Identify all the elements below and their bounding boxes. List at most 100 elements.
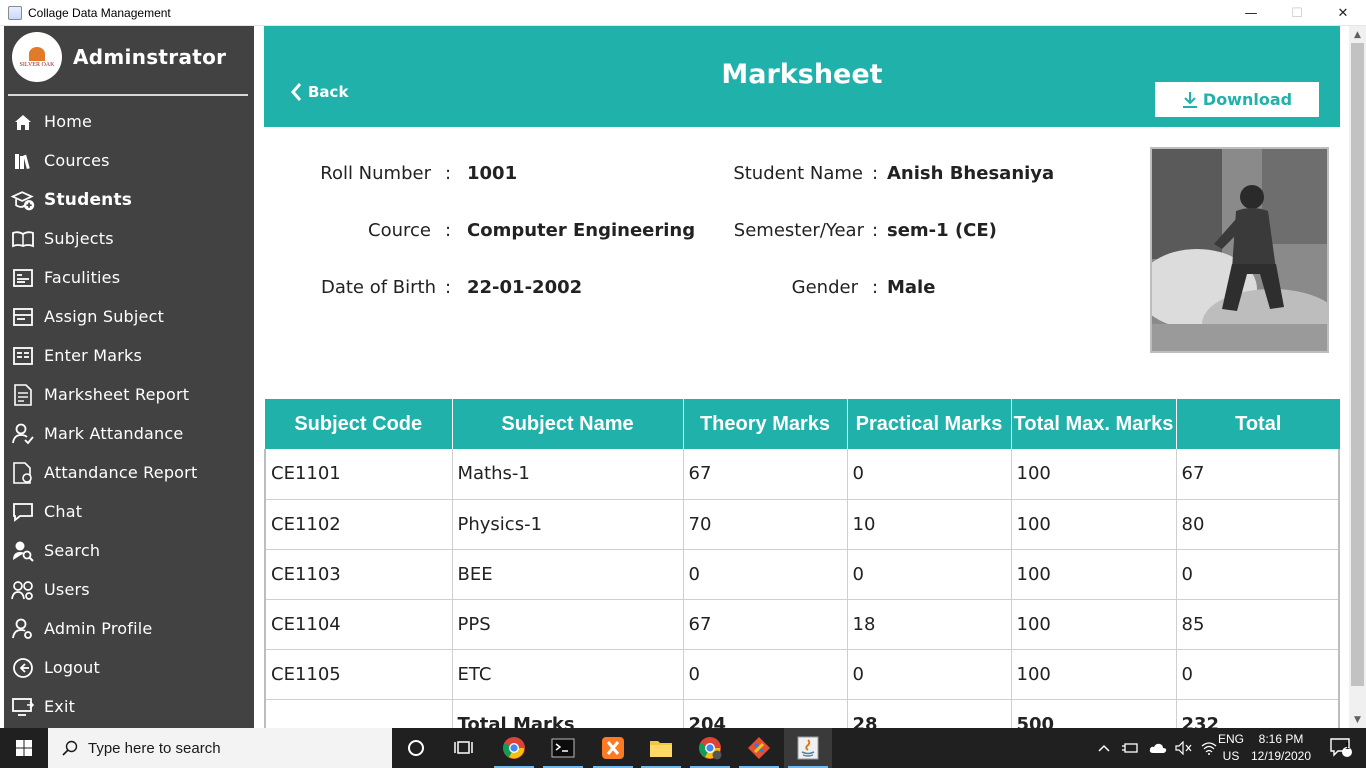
sidebar-item-label: Assign Subject <box>44 307 165 326</box>
table-row[interactable]: CE1103 BEE 0 0 100 0 <box>265 549 1340 600</box>
sidebar-item-students[interactable]: Students <box>8 180 248 219</box>
logo-sun-icon <box>29 46 45 61</box>
column-header-practical-marks[interactable]: Practical Marks <box>847 399 1012 449</box>
column-header-total-max-marks[interactable]: Total Max. Marks <box>1011 399 1177 449</box>
student-photo <box>1150 147 1329 353</box>
language-code: ENG <box>1217 732 1244 746</box>
taskbar-chrome-profile[interactable] <box>686 728 734 768</box>
sidebar-item-chat[interactable]: Chat <box>8 492 248 531</box>
cell-subject-name: ETC <box>452 649 684 700</box>
wifi-icon[interactable] <box>1201 741 1217 755</box>
marks-table: Subject Code Subject Name Theory Marks P… <box>264 399 1340 728</box>
sidebar-item-label: Admin Profile <box>44 619 153 638</box>
sidebar-item-enter-marks[interactable]: Enter Marks <box>8 336 248 375</box>
minimize-button[interactable]: — <box>1228 0 1274 26</box>
sidebar-item-label: Cources <box>44 151 110 170</box>
cell-subject-code: CE1104 <box>265 599 453 650</box>
sidebar-item-faculities[interactable]: Faculities <box>8 258 248 297</box>
sidebar-item-attandance-report[interactable]: Attandance Report <box>8 453 248 492</box>
table-row[interactable]: CE1102 Physics-1 70 10 100 80 <box>265 499 1340 550</box>
chrome-icon <box>503 737 525 759</box>
home-icon <box>10 111 36 133</box>
taskbar-file-explorer[interactable] <box>637 728 685 768</box>
notification-center-button[interactable]: 1 <box>1316 728 1366 768</box>
taskbar-git[interactable] <box>735 728 783 768</box>
sidebar-item-marksheet-report[interactable]: Marksheet Report <box>8 375 248 414</box>
table-row[interactable]: CE1101 Maths-1 67 0 100 67 <box>265 449 1340 500</box>
column-header-theory-marks[interactable]: Theory Marks <box>683 399 848 449</box>
sidebar-item-subjects[interactable]: Subjects <box>8 219 248 258</box>
battery-plug-icon[interactable] <box>1121 741 1139 755</box>
window-title: Collage Data Management <box>28 5 171 20</box>
xampp-icon <box>602 737 624 759</box>
assign-icon <box>10 306 36 328</box>
taskbar-terminal[interactable] <box>539 728 587 768</box>
onedrive-cloud-icon[interactable] <box>1149 742 1167 754</box>
scroll-down-icon[interactable]: ▼ <box>1349 711 1366 728</box>
git-icon <box>748 737 770 759</box>
terminal-icon <box>551 738 575 758</box>
cell-practical-marks: 0 <box>847 449 1012 500</box>
vertical-scrollbar[interactable]: ▲ ▼ <box>1349 26 1366 728</box>
cell-total-max-marks: 100 <box>1011 549 1177 600</box>
volume-muted-icon[interactable] <box>1175 741 1193 755</box>
attendance-report-icon <box>10 461 36 484</box>
dob-label: Date of Birth <box>320 277 436 298</box>
gender-label: Gender <box>791 277 858 298</box>
language-indicator[interactable]: ENG US <box>1216 731 1246 765</box>
taskbar-search-box[interactable]: Type here to search <box>48 728 392 768</box>
college-logo: SILVER OAK <box>12 32 62 82</box>
sidebar-item-logout[interactable]: Logout <box>8 648 248 687</box>
chevron-up-icon[interactable] <box>1097 742 1111 754</box>
table-row[interactable]: CE1104 PPS 67 18 100 85 <box>265 599 1340 650</box>
course-value: Computer Engineering <box>467 220 696 241</box>
cell-total-max-marks: 100 <box>1011 499 1177 550</box>
download-button[interactable]: Download <box>1155 82 1319 117</box>
taskbar-xampp[interactable] <box>589 728 637 768</box>
column-header-subject-code[interactable]: Subject Code <box>265 399 453 449</box>
roll-number-label: Roll Number <box>320 163 431 184</box>
sidebar-item-exit[interactable]: Exit <box>8 687 248 726</box>
taskbar-clock[interactable]: 8:16 PM 12/19/2020 <box>1248 731 1314 765</box>
taskbar-java-app[interactable] <box>784 728 832 768</box>
brand-divider <box>8 94 248 96</box>
table-total-row[interactable]: Total Marks 204 28 500 232 <box>265 699 1340 728</box>
sidebar-item-label: Search <box>44 541 101 560</box>
sidebar-item-mark-attandance[interactable]: Mark Attandance <box>8 414 248 453</box>
brand-name: Adminstrator <box>73 45 227 69</box>
sidebar-item-label: Subjects <box>44 229 114 248</box>
scrollbar-thumb[interactable] <box>1351 43 1364 686</box>
chrome-profile-icon <box>699 737 722 760</box>
system-tray <box>1097 728 1217 768</box>
search-icon <box>62 740 78 756</box>
table-row[interactable]: CE1105 ETC 0 0 100 0 <box>265 649 1340 700</box>
cell-practical-marks: 0 <box>847 549 1012 600</box>
column-header-subject-name[interactable]: Subject Name <box>452 399 684 449</box>
windows-start-button[interactable] <box>0 728 48 768</box>
cell-total: 67 <box>1176 449 1340 500</box>
sidebar-item-home[interactable]: Home <box>8 102 248 141</box>
cell-total-empty <box>265 699 453 728</box>
sidebar-item-assign-subject[interactable]: Assign Subject <box>8 297 248 336</box>
sidebar-item-search[interactable]: Search <box>8 531 248 570</box>
maximize-button[interactable]: ☐ <box>1274 0 1320 26</box>
taskbar-chrome[interactable] <box>490 728 538 768</box>
close-button[interactable]: ✕ <box>1320 0 1366 26</box>
semester-value: sem-1 (CE) <box>887 220 997 241</box>
sidebar-item-admin-profile[interactable]: Admin Profile <box>8 609 248 648</box>
column-header-total[interactable]: Total <box>1176 399 1340 449</box>
cortana-circle-icon <box>408 740 424 756</box>
task-view-button[interactable] <box>440 728 488 768</box>
cell-subject-name: Physics-1 <box>452 499 684 550</box>
clock-date: 12/19/2020 <box>1250 749 1312 763</box>
sidebar-item-cources[interactable]: Cources <box>8 141 248 180</box>
cortana-button[interactable] <box>392 728 440 768</box>
roll-number-value: 1001 <box>467 163 518 184</box>
search-user-icon <box>10 540 36 562</box>
scroll-up-icon[interactable]: ▲ <box>1349 26 1366 43</box>
gender-value: Male <box>887 277 936 298</box>
region-code: US <box>1222 749 1240 763</box>
java-icon <box>797 736 819 760</box>
sidebar-item-users[interactable]: Users <box>8 570 248 609</box>
cell-subject-name: PPS <box>452 599 684 650</box>
